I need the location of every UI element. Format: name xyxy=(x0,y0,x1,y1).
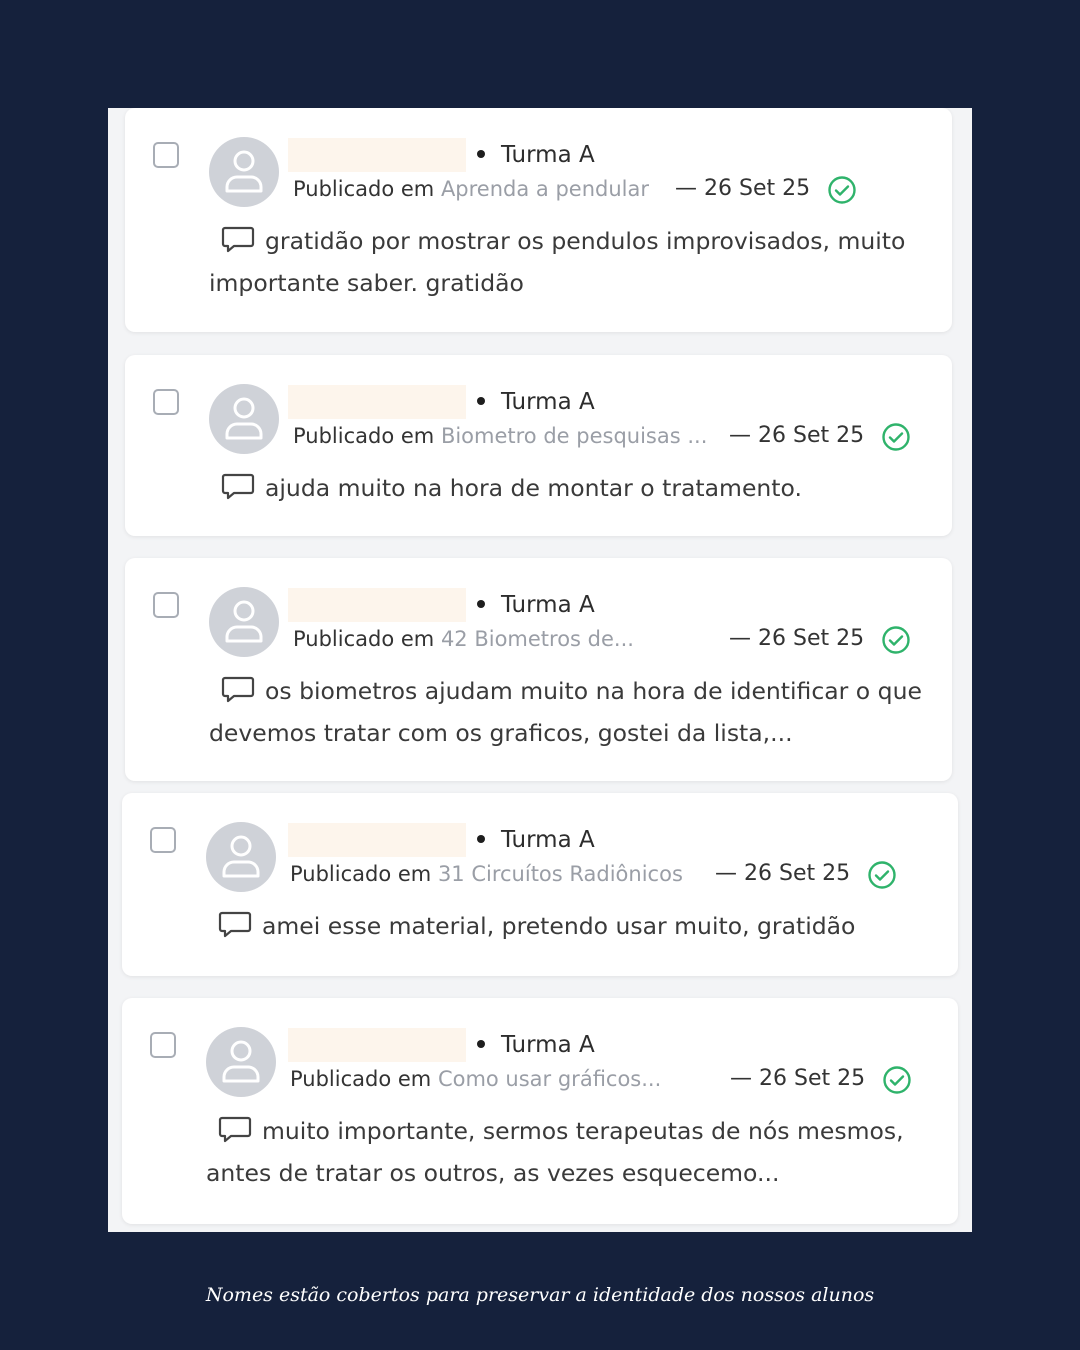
comment-text-block: gratidão por mostrar os pendulos improvi… xyxy=(209,220,926,304)
comment-text-block: amei esse material, pretendo usar muito,… xyxy=(206,905,932,947)
avatar xyxy=(206,1027,276,1097)
bullet-dot xyxy=(477,396,485,405)
name-cover xyxy=(288,138,466,172)
check-circle-icon xyxy=(828,176,856,204)
select-checkbox[interactable] xyxy=(153,142,179,168)
comment-text: muito importante, sermos terapeutas de n… xyxy=(206,1117,904,1187)
bullet-dot xyxy=(477,149,485,158)
speech-bubble-icon xyxy=(221,676,255,703)
comment-text-block: ajuda muito na hora de montar o tratamen… xyxy=(209,467,926,509)
comment-text: ajuda muito na hora de montar o tratamen… xyxy=(265,474,802,502)
post-date: — 26 Set 25 xyxy=(675,176,811,201)
speech-bubble-icon xyxy=(221,226,255,253)
post-meta: Publicado em Biometro de pesquisas ... —… xyxy=(293,421,910,451)
comment-card: Turma A Publicado em 31 Circuítos Radiôn… xyxy=(122,793,958,976)
speech-bubble-icon xyxy=(218,1116,252,1143)
class-label: Turma A xyxy=(477,588,595,622)
avatar xyxy=(209,137,279,207)
comment-text-block: os biometros ajudam muito na hora de ide… xyxy=(209,670,926,754)
comment-card: Turma A Publicado em Biometro de pesquis… xyxy=(125,355,952,536)
class-label: Turma A xyxy=(477,385,595,419)
user-placeholder-icon xyxy=(225,150,263,193)
check-circle-icon xyxy=(868,861,896,889)
bullet-dot xyxy=(477,1039,485,1048)
check-circle-icon xyxy=(882,423,910,451)
comment-text: gratidão por mostrar os pendulos improvi… xyxy=(209,227,906,297)
comment-text: os biometros ajudam muito na hora de ide… xyxy=(209,677,922,747)
class-label: Turma A xyxy=(477,1028,595,1062)
speech-bubble-icon xyxy=(218,911,252,938)
comment-card: Turma A Publicado em 42 Biometros de... … xyxy=(125,558,952,781)
select-checkbox[interactable] xyxy=(153,592,179,618)
user-placeholder-icon xyxy=(225,397,263,440)
select-checkbox[interactable] xyxy=(150,827,176,853)
bullet-dot xyxy=(477,834,485,843)
class-label: Turma A xyxy=(477,823,595,857)
post-date: — 26 Set 25 xyxy=(730,1066,866,1091)
avatar xyxy=(209,587,279,657)
published-prefix: Publicado em xyxy=(293,424,435,448)
published-prefix: Publicado em xyxy=(293,177,435,201)
published-prefix: Publicado em xyxy=(290,1067,432,1091)
comment-card: Turma A Publicado em Como usar gráficos.… xyxy=(122,998,958,1224)
bullet-dot xyxy=(477,599,485,608)
course-link[interactable]: Como usar gráficos... xyxy=(438,1067,661,1091)
post-date: — 26 Set 25 xyxy=(729,626,865,651)
avatar xyxy=(206,822,276,892)
comment-text: amei esse material, pretendo usar muito,… xyxy=(262,912,856,940)
user-placeholder-icon xyxy=(225,600,263,643)
post-date: — 26 Set 25 xyxy=(715,861,851,886)
privacy-caption: Nomes estão cobertos para preservar a id… xyxy=(205,1284,875,1306)
speech-bubble-icon xyxy=(221,473,255,500)
select-checkbox[interactable] xyxy=(153,389,179,415)
published-prefix: Publicado em xyxy=(293,627,435,651)
comments-panel: Turma A Publicado em Aprenda a pendular … xyxy=(108,108,972,1232)
name-cover xyxy=(288,588,466,622)
published-prefix: Publicado em xyxy=(290,862,432,886)
post-date: — 26 Set 25 xyxy=(729,423,865,448)
comment-card: Turma A Publicado em Aprenda a pendular … xyxy=(125,108,952,332)
course-link[interactable]: Aprenda a pendular xyxy=(441,177,649,201)
select-checkbox[interactable] xyxy=(150,1032,176,1058)
check-circle-icon xyxy=(883,1066,911,1094)
name-cover xyxy=(288,823,466,857)
post-meta: Publicado em 31 Circuítos Radiônicos — 2… xyxy=(290,859,896,889)
avatar xyxy=(209,384,279,454)
user-placeholder-icon xyxy=(222,835,260,878)
name-cover xyxy=(288,1028,466,1062)
course-link[interactable]: 42 Biometros de... xyxy=(441,627,634,651)
post-meta: Publicado em Como usar gráficos... — 26 … xyxy=(290,1064,911,1094)
comment-text-block: muito importante, sermos terapeutas de n… xyxy=(206,1110,938,1194)
class-label: Turma A xyxy=(477,138,595,172)
course-link[interactable]: Biometro de pesquisas ... xyxy=(441,424,707,448)
post-meta: Publicado em Aprenda a pendular — 26 Set… xyxy=(293,174,856,204)
post-meta: Publicado em 42 Biometros de... — 26 Set… xyxy=(293,624,910,654)
name-cover xyxy=(288,385,466,419)
user-placeholder-icon xyxy=(222,1040,260,1083)
check-circle-icon xyxy=(882,626,910,654)
course-link[interactable]: 31 Circuítos Radiônicos xyxy=(438,862,683,886)
